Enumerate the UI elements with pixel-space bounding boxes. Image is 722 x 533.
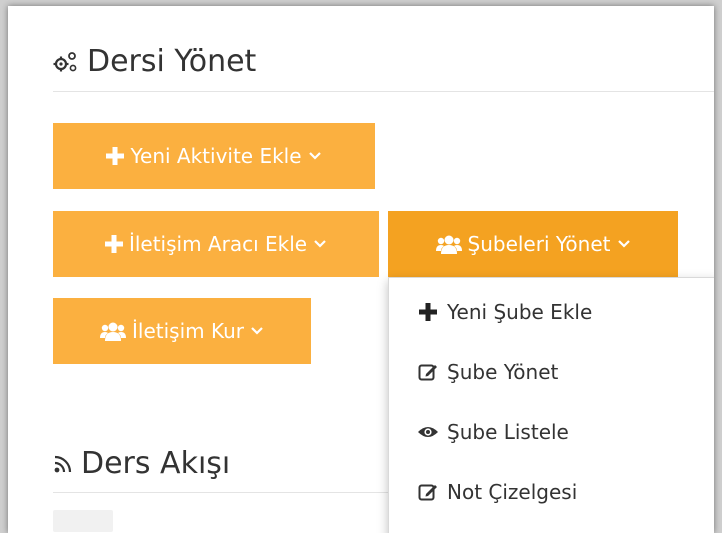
course-feed-heading: Ders Akışı xyxy=(53,446,230,481)
menu-item-label: Not Çizelgesi xyxy=(447,480,578,504)
users-icon xyxy=(100,322,126,341)
menu-item-label: Şube Listele xyxy=(447,420,569,444)
communicate-label: İletişim Kur xyxy=(132,319,244,343)
edit-icon xyxy=(417,482,439,502)
menu-item-gradebook[interactable]: Not Çizelgesi xyxy=(417,477,577,507)
menu-item-list-sections[interactable]: Şube Listele xyxy=(417,417,569,447)
manage-course-heading: Dersi Yönet xyxy=(53,44,256,79)
communicate-button[interactable]: İletişim Kur xyxy=(53,298,311,364)
manage-sections-dropdown: Yeni Şube Ekle Şube Yönet Şube Listele N… xyxy=(388,277,714,533)
feed-entry-partial xyxy=(53,510,113,532)
add-communication-tool-label: İletişim Aracı Ekle xyxy=(128,232,308,256)
manage-sections-label: Şubeleri Yönet xyxy=(467,232,611,256)
rss-icon xyxy=(53,454,73,474)
chevron-down-icon xyxy=(314,240,326,248)
manage-course-title: Dersi Yönet xyxy=(87,44,257,79)
chevron-down-icon xyxy=(251,327,263,335)
divider xyxy=(53,91,714,92)
plus-icon xyxy=(106,147,125,165)
eye-icon xyxy=(417,425,439,439)
plus-icon xyxy=(104,235,123,253)
manage-sections-button[interactable]: Şubeleri Yönet xyxy=(388,211,678,277)
add-communication-tool-button[interactable]: İletişim Aracı Ekle xyxy=(53,211,379,277)
course-panel: Dersi Yönet Yeni Aktivite Ekle İletişim … xyxy=(8,6,714,533)
new-activity-button[interactable]: Yeni Aktivite Ekle xyxy=(53,123,375,189)
menu-item-manage-section[interactable]: Şube Yönet xyxy=(417,357,558,387)
menu-item-add-section[interactable]: Yeni Şube Ekle xyxy=(417,297,592,327)
new-activity-label: Yeni Aktivite Ekle xyxy=(130,144,302,168)
chevron-down-icon xyxy=(617,240,630,248)
course-feed-title: Ders Akışı xyxy=(81,446,231,481)
menu-item-label: Şube Yönet xyxy=(447,360,559,384)
cogs-icon xyxy=(53,51,79,73)
chevron-down-icon xyxy=(308,152,321,160)
menu-item-label: Yeni Şube Ekle xyxy=(447,300,593,324)
users-icon xyxy=(435,235,462,254)
avatar xyxy=(53,510,113,532)
edit-icon xyxy=(417,362,439,382)
plus-icon xyxy=(417,303,439,321)
